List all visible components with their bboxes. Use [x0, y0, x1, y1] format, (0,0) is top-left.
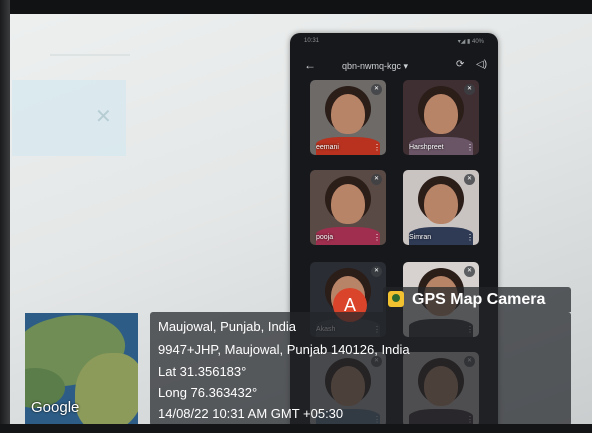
status-indicators: ▾◢ ▮ 40% — [457, 39, 484, 45]
participant-tile[interactable]: Simran ⋮ ✕ — [403, 170, 479, 245]
gps-app-name: GPS Map Camera — [412, 291, 546, 308]
background-divider — [50, 54, 130, 56]
mic-muted-icon: ✕ — [464, 266, 475, 277]
back-arrow-icon[interactable]: ← — [304, 58, 316, 72]
more-options-icon[interactable]: ⋮ — [373, 143, 381, 152]
participant-name: Harshpreet — [409, 144, 444, 151]
participant-face — [424, 93, 458, 134]
participant-name: Simran — [409, 234, 432, 241]
participant-name: eemani — [316, 144, 339, 151]
status-time: 10:31 — [304, 38, 320, 44]
address-line: 9947+JHP, Maujowal, Punjab 140126, India — [158, 342, 410, 357]
more-options-icon[interactable]: ⋮ — [466, 233, 474, 242]
screen-left-bezel — [0, 0, 10, 433]
participant-tile[interactable]: pooja ⋮ ✕ — [310, 170, 386, 245]
mic-muted-icon: ✕ — [464, 84, 475, 95]
mic-muted-icon: ✕ — [371, 174, 382, 185]
mic-muted-icon: ✕ — [371, 84, 382, 95]
participant-face — [331, 93, 365, 134]
participant-face — [331, 183, 365, 224]
screen-bottom-bezel — [0, 424, 592, 433]
latitude: Lat 31.356183° — [158, 364, 247, 379]
participant-name: pooja — [316, 234, 334, 241]
participant-tile[interactable]: Harshpreet ⋮ ✕ — [403, 80, 479, 155]
call-header: ← qbn-nwmq-kgc ▾ ⟳ ◁) — [300, 58, 490, 76]
more-options-icon[interactable]: ⋮ — [466, 143, 474, 152]
meeting-code[interactable]: qbn-nwmq-kgc ▾ — [342, 61, 408, 72]
gps-map-camera-icon — [388, 291, 404, 307]
longitude: Long 76.363432° — [158, 385, 258, 400]
participant-tile[interactable]: eemani ⋮ ✕ — [310, 80, 386, 155]
location-name: Maujowal, Punjab, India — [158, 319, 297, 334]
timestamp: 14/08/22 10:31 AM GMT +05:30 — [158, 406, 344, 421]
photo-scene: ✕ 10:31 ▾◢ ▮ 40% ← qbn-nwmq-kgc ▾ ⟳ ◁) e… — [0, 0, 592, 433]
mic-muted-icon: ✕ — [371, 266, 382, 277]
screen-top-bezel — [0, 0, 592, 14]
mic-muted-icon: ✕ — [464, 174, 475, 185]
participant-face — [424, 183, 458, 224]
switch-camera-icon[interactable]: ⟳ — [456, 59, 464, 70]
map-attribution: Google — [31, 399, 80, 416]
more-options-icon[interactable]: ⋮ — [373, 233, 381, 242]
speaker-icon[interactable]: ◁) — [476, 59, 487, 70]
close-icon: ✕ — [95, 106, 112, 128]
